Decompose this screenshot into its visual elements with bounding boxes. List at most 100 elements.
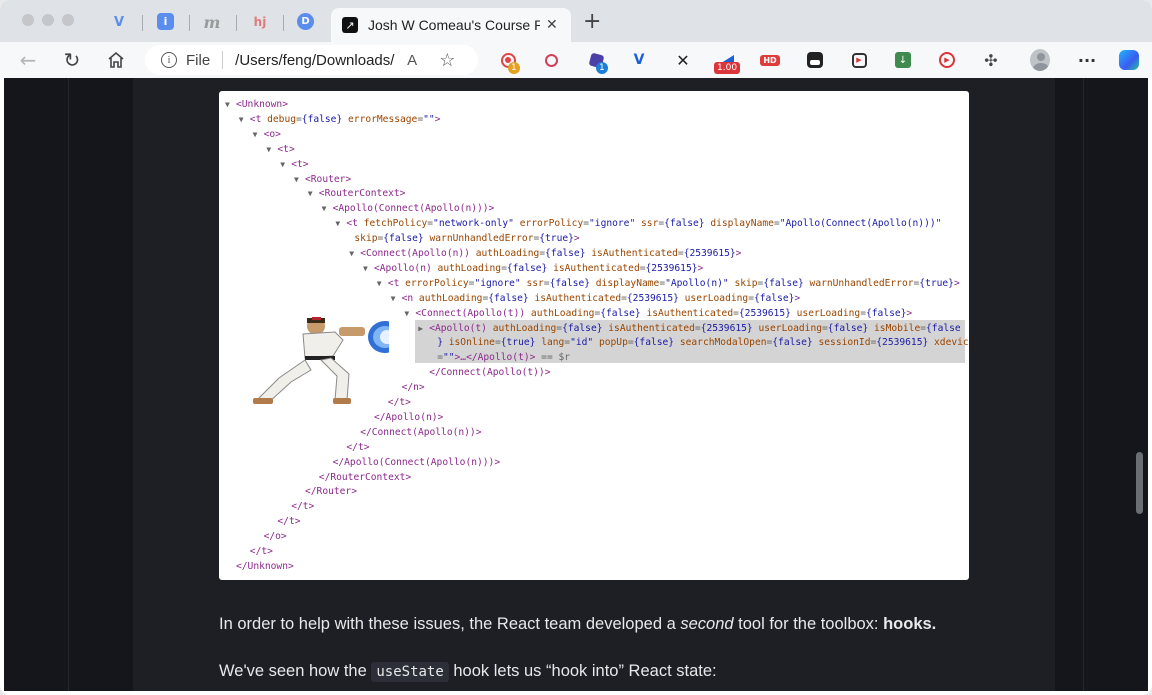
collapse-arrow-icon[interactable]: ▼ bbox=[335, 217, 340, 232]
tree-node-line[interactable]: </RouterContext> bbox=[319, 471, 411, 486]
collapse-arrow-icon[interactable]: ▼ bbox=[363, 262, 368, 277]
tree-node-line[interactable]: } isOnline={true} lang="id" popUp={false… bbox=[437, 336, 969, 351]
tree-node-line[interactable]: </t> bbox=[291, 500, 314, 515]
pinned-tab-play[interactable]: D bbox=[297, 13, 314, 30]
close-window-button[interactable] bbox=[22, 14, 34, 26]
tree-node-line[interactable]: ="">…</Apollo(t)> == $r bbox=[437, 351, 570, 366]
code-token: <Apollo(t) bbox=[429, 322, 493, 334]
code-token: <t> bbox=[277, 143, 295, 155]
avatar-head bbox=[1037, 53, 1045, 61]
code-token: isOnline bbox=[448, 337, 495, 349]
copilot-button[interactable] bbox=[1119, 50, 1139, 70]
collapse-arrow-icon[interactable]: ▼ bbox=[404, 307, 409, 322]
tree-node-line[interactable]: ▼ <t fetchPolicy="network-only" errorPoli… bbox=[335, 217, 941, 232]
youtube-extension-icon[interactable]: ▶ bbox=[937, 50, 957, 70]
tree-node-line[interactable]: ▼ <t errorPolicy="ignore" ssr={false} dis… bbox=[377, 277, 960, 292]
code-token: authLoading bbox=[418, 292, 483, 304]
record-extension-icon[interactable]: 1 bbox=[498, 50, 520, 74]
tree-node-line[interactable]: ▼ <o> bbox=[253, 128, 281, 143]
code-token: userLoading bbox=[758, 322, 823, 334]
code-token: <t bbox=[249, 113, 268, 125]
zoom-window-button[interactable] bbox=[62, 14, 74, 26]
panda-extension-icon[interactable] bbox=[805, 50, 825, 70]
pinned-tab-vue[interactable]: V bbox=[110, 13, 128, 31]
hd-extension-icon[interactable]: HD bbox=[760, 50, 780, 70]
back-button[interactable]: ← bbox=[16, 48, 40, 72]
tools-extension-icon[interactable]: 1 bbox=[586, 50, 608, 74]
home-button[interactable] bbox=[104, 48, 128, 72]
url-text[interactable]: /Users/feng/Downloads/ bbox=[235, 52, 397, 69]
code-token: >…</Apollo(t)> bbox=[454, 352, 536, 364]
tree-node-line[interactable]: ▼ <RouterContext> bbox=[308, 187, 406, 202]
tree-node-line[interactable]: ▶ <Apollo(t) authLoading={false} isAuthen… bbox=[418, 322, 960, 337]
profile-button[interactable] bbox=[1030, 49, 1050, 71]
collapse-arrow-icon[interactable]: ▼ bbox=[377, 277, 382, 292]
code-token: </Apollo(Connect(Apollo(n)))> bbox=[332, 456, 501, 468]
tree-node-line[interactable]: </Connect(Apollo(t))> bbox=[429, 366, 550, 381]
extensions-button[interactable]: ✣ bbox=[981, 50, 1001, 70]
tree-node-line[interactable]: </Apollo(n)> bbox=[374, 411, 443, 426]
tree-node-line[interactable]: </n> bbox=[402, 381, 425, 396]
address-bar[interactable]: i File /Users/feng/Downloads/ A ☆ bbox=[145, 45, 478, 75]
tree-node-line[interactable]: </t> bbox=[346, 441, 369, 456]
tree-node-line[interactable]: ▼ <Connect(Apollo(t)) authLoading={false}… bbox=[404, 307, 912, 322]
collapse-arrow-icon[interactable]: ▼ bbox=[322, 202, 327, 217]
download-extension-icon[interactable]: ↓ bbox=[893, 50, 913, 70]
video-extension-icon[interactable]: ▶ bbox=[849, 50, 869, 70]
tree-node-line[interactable]: </o> bbox=[264, 530, 287, 545]
site-info-icon[interactable]: i bbox=[161, 52, 177, 68]
tree-node-line[interactable]: </t> bbox=[388, 396, 411, 411]
favicon-glyph: ↗ bbox=[345, 18, 355, 32]
collapse-arrow-icon[interactable]: ▼ bbox=[239, 113, 244, 128]
read-aloud-icon[interactable]: A bbox=[407, 52, 417, 69]
collapse-arrow-icon[interactable]: ▼ bbox=[253, 128, 258, 143]
new-tab-button[interactable]: + bbox=[583, 11, 601, 33]
tree-node-line[interactable]: ▼ <t debug={false} errorMessage=""> bbox=[239, 113, 441, 128]
pinned-tab-info[interactable]: i bbox=[157, 13, 174, 30]
favorite-star-icon[interactable]: ☆ bbox=[439, 50, 455, 71]
code-token: "ignore" bbox=[589, 218, 636, 230]
paragraph-text: In order to help with these issues, the … bbox=[219, 615, 681, 633]
tree-node-line[interactable]: </Unknown> bbox=[236, 560, 294, 575]
fighter-arms bbox=[339, 327, 365, 336]
code-token: </Unknown> bbox=[236, 560, 294, 572]
page-scrollbar-thumb[interactable] bbox=[1136, 452, 1143, 514]
collapse-arrow-icon[interactable]: ▼ bbox=[266, 143, 271, 158]
tree-node-line[interactable]: ▼ <Unknown> bbox=[225, 98, 288, 113]
collapse-arrow-icon[interactable]: ▼ bbox=[349, 247, 354, 262]
tree-node-line[interactable]: ▼ <Apollo(n) authLoading={false} isAuthen… bbox=[363, 262, 703, 277]
vue-extension-icon[interactable]: V bbox=[629, 50, 649, 70]
close-tab-icon[interactable]: ✕ bbox=[546, 17, 558, 33]
tree-node-line[interactable]: </Router> bbox=[305, 485, 357, 500]
tree-node-line[interactable]: </t> bbox=[250, 545, 273, 560]
collapse-arrow-icon[interactable]: ▼ bbox=[308, 187, 313, 202]
tab-active[interactable]: ↗ Josh W Comeau's Course Platform ✕ bbox=[331, 8, 571, 42]
collapse-arrow-icon[interactable]: ▼ bbox=[280, 158, 285, 173]
code-token: xdevice bbox=[934, 337, 969, 349]
minimize-window-button[interactable] bbox=[42, 14, 54, 26]
pinned-tab-m[interactable]: m bbox=[203, 13, 221, 32]
more-menu-button[interactable]: ··· bbox=[1077, 50, 1097, 70]
tree-node-line[interactable]: </Connect(Apollo(n))> bbox=[360, 426, 481, 441]
tree-node-line[interactable]: ▼ <Connect(Apollo(n)) authLoading={false}… bbox=[349, 247, 741, 262]
collapse-arrow-icon[interactable]: ▼ bbox=[391, 292, 396, 307]
refresh-button[interactable]: ↻ bbox=[60, 48, 84, 72]
tree-node-line[interactable]: ▼ <t> bbox=[266, 143, 295, 158]
pinned-tab-hj[interactable]: hj bbox=[251, 13, 269, 31]
collapse-arrow-icon[interactable]: ▼ bbox=[294, 173, 299, 188]
tree-node-line[interactable]: ▼ <n authLoading={false} isAuthenticated=… bbox=[391, 292, 801, 307]
tree-node-line[interactable]: </t> bbox=[277, 515, 300, 530]
expand-arrow-icon[interactable]: ▶ bbox=[418, 322, 423, 337]
code-token: <Connect(Apollo(t)) bbox=[415, 307, 531, 319]
speed-extension-icon[interactable]: 1.00 bbox=[714, 50, 741, 74]
collapse-arrow-icon[interactable]: ▼ bbox=[225, 98, 230, 113]
code-token: <t> bbox=[291, 158, 309, 170]
tree-node-line[interactable]: skip={false} warnUnhandledError={true}> bbox=[354, 232, 579, 247]
arrows-extension-icon[interactable]: ✕ bbox=[673, 50, 693, 70]
tree-node-line[interactable]: ▼ <Router> bbox=[294, 173, 351, 188]
search-zoom-extension-icon[interactable] bbox=[541, 50, 561, 70]
tree-node-line[interactable]: </Apollo(Connect(Apollo(n)))> bbox=[333, 456, 501, 471]
tree-node-line[interactable]: ▼ <Apollo(Connect(Apollo(n)))> bbox=[322, 202, 495, 217]
tree-node-line[interactable]: ▼ <t> bbox=[280, 158, 309, 173]
article-paragraph-hooks: In order to help with these issues, the … bbox=[219, 615, 936, 634]
